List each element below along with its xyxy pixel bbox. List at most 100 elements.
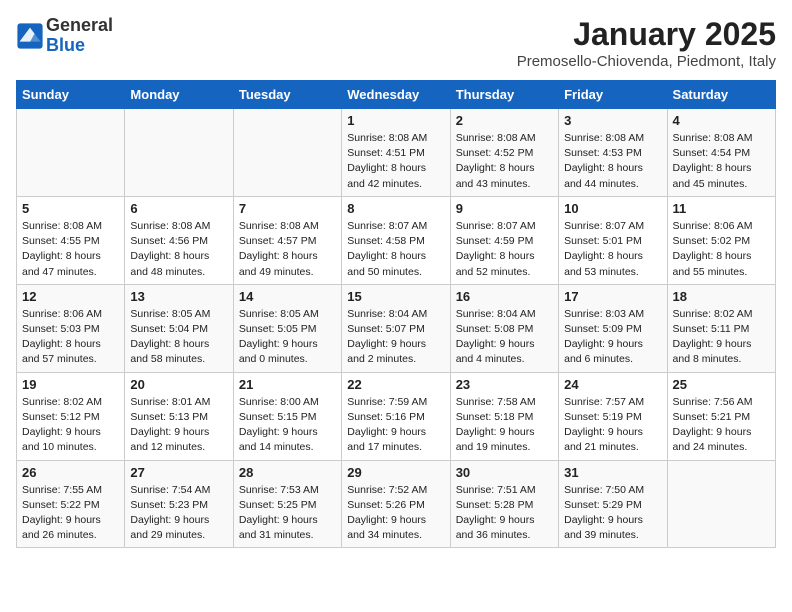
day-number: 21 [239,377,336,392]
day-number: 18 [673,289,770,304]
location: Premosello-Chiovenda, Piedmont, Italy [517,53,776,70]
day-info: Sunrise: 8:03 AMSunset: 5:09 PMDaylight:… [564,307,661,368]
day-number: 27 [130,465,227,480]
day-info: Sunrise: 7:51 AMSunset: 5:28 PMDaylight:… [456,483,553,544]
week-row-3: 12 Sunrise: 8:06 AMSunset: 5:03 PMDayligh… [17,284,776,372]
day-info: Sunrise: 8:04 AMSunset: 5:07 PMDaylight:… [347,307,444,368]
calendar-cell: 4 Sunrise: 8:08 AMSunset: 4:54 PMDaylight… [667,109,775,197]
title-block: January 2025 Premosello-Chiovenda, Piedm… [517,16,776,70]
day-info: Sunrise: 7:57 AMSunset: 5:19 PMDaylight:… [564,395,661,456]
calendar-cell: 17 Sunrise: 8:03 AMSunset: 5:09 PMDayligh… [559,284,667,372]
day-info: Sunrise: 7:56 AMSunset: 5:21 PMDaylight:… [673,395,770,456]
weekday-header-row: SundayMondayTuesdayWednesdayThursdayFrid… [17,81,776,109]
weekday-header-tuesday: Tuesday [233,81,341,109]
day-info: Sunrise: 8:07 AMSunset: 5:01 PMDaylight:… [564,219,661,280]
calendar-cell: 1 Sunrise: 8:08 AMSunset: 4:51 PMDaylight… [342,109,450,197]
day-number: 7 [239,201,336,216]
day-info: Sunrise: 8:08 AMSunset: 4:55 PMDaylight:… [22,219,119,280]
day-number: 5 [22,201,119,216]
calendar-cell: 22Sunrise: 7:59 AMSunset: 5:16 PMDayligh… [342,372,450,460]
calendar-cell: 31 Sunrise: 7:50 AMSunset: 5:29 PMDayligh… [559,460,667,548]
calendar-cell: 25 Sunrise: 7:56 AMSunset: 5:21 PMDayligh… [667,372,775,460]
calendar-cell: 20 Sunrise: 8:01 AMSunset: 5:13 PMDayligh… [125,372,233,460]
day-number: 25 [673,377,770,392]
day-info: Sunrise: 8:08 AMSunset: 4:53 PMDaylight:… [564,131,661,192]
day-number: 17 [564,289,661,304]
calendar-cell [233,109,341,197]
calendar-cell: 8 Sunrise: 8:07 AMSunset: 4:58 PMDaylight… [342,196,450,284]
day-number: 14 [239,289,336,304]
weekday-header-saturday: Saturday [667,81,775,109]
day-number: 11 [673,201,770,216]
calendar-cell: 5 Sunrise: 8:08 AMSunset: 4:55 PMDaylight… [17,196,125,284]
calendar-cell: 6 Sunrise: 8:08 AMSunset: 4:56 PMDaylight… [125,196,233,284]
day-number: 1 [347,113,444,128]
calendar-cell: 23 Sunrise: 7:58 AMSunset: 5:18 PMDayligh… [450,372,558,460]
calendar-cell: 12 Sunrise: 8:06 AMSunset: 5:03 PMDayligh… [17,284,125,372]
day-number: 23 [456,377,553,392]
day-info: Sunrise: 8:08 AMSunset: 4:52 PMDaylight:… [456,131,553,192]
week-row-4: 19Sunrise: 8:02 AMSunset: 5:12 PMDayligh… [17,372,776,460]
day-info: Sunrise: 8:08 AMSunset: 4:56 PMDaylight:… [130,219,227,280]
logo-text: General Blue [46,16,113,56]
day-info: Sunrise: 8:07 AMSunset: 4:58 PMDaylight:… [347,219,444,280]
day-info: Sunrise: 8:08 AMSunset: 4:51 PMDaylight:… [347,131,444,192]
calendar-cell: 15 Sunrise: 8:04 AMSunset: 5:07 PMDayligh… [342,284,450,372]
calendar-cell: 28Sunrise: 7:53 AMSunset: 5:25 PMDayligh… [233,460,341,548]
day-info: Sunrise: 7:52 AMSunset: 5:26 PMDaylight:… [347,483,444,544]
calendar-cell [667,460,775,548]
day-info: Sunrise: 7:58 AMSunset: 5:18 PMDaylight:… [456,395,553,456]
day-info: Sunrise: 7:50 AMSunset: 5:29 PMDaylight:… [564,483,661,544]
calendar-cell: 27Sunrise: 7:54 AMSunset: 5:23 PMDayligh… [125,460,233,548]
weekday-header-sunday: Sunday [17,81,125,109]
calendar-cell: 13Sunrise: 8:05 AMSunset: 5:04 PMDayligh… [125,284,233,372]
page-header: General Blue January 2025 Premosello-Chi… [16,16,776,70]
calendar-cell: 18 Sunrise: 8:02 AMSunset: 5:11 PMDayligh… [667,284,775,372]
calendar-table: SundayMondayTuesdayWednesdayThursdayFrid… [16,80,776,548]
day-number: 15 [347,289,444,304]
day-number: 20 [130,377,227,392]
day-number: 26 [22,465,119,480]
day-number: 30 [456,465,553,480]
calendar-cell: 24 Sunrise: 7:57 AMSunset: 5:19 PMDayligh… [559,372,667,460]
calendar-cell [17,109,125,197]
day-info: Sunrise: 8:00 AMSunset: 5:15 PMDaylight:… [239,395,336,456]
day-number: 4 [673,113,770,128]
weekday-header-friday: Friday [559,81,667,109]
day-number: 24 [564,377,661,392]
day-number: 8 [347,201,444,216]
calendar-cell: 19Sunrise: 8:02 AMSunset: 5:12 PMDayligh… [17,372,125,460]
logo-icon [16,22,44,50]
calendar-cell: 9Sunrise: 8:07 AMSunset: 4:59 PMDaylight… [450,196,558,284]
day-number: 22 [347,377,444,392]
day-info: Sunrise: 8:08 AMSunset: 4:57 PMDaylight:… [239,219,336,280]
month-year: January 2025 [517,16,776,53]
day-info: Sunrise: 8:01 AMSunset: 5:13 PMDaylight:… [130,395,227,456]
calendar-cell: 30 Sunrise: 7:51 AMSunset: 5:28 PMDayligh… [450,460,558,548]
calendar-cell: 7 Sunrise: 8:08 AMSunset: 4:57 PMDaylight… [233,196,341,284]
calendar-cell [125,109,233,197]
calendar-cell: 16Sunrise: 8:04 AMSunset: 5:08 PMDayligh… [450,284,558,372]
day-info: Sunrise: 8:04 AMSunset: 5:08 PMDaylight:… [456,307,553,368]
day-info: Sunrise: 8:02 AMSunset: 5:11 PMDaylight:… [673,307,770,368]
calendar-cell: 10Sunrise: 8:07 AMSunset: 5:01 PMDayligh… [559,196,667,284]
logo: General Blue [16,16,113,56]
day-number: 6 [130,201,227,216]
day-info: Sunrise: 8:05 AMSunset: 5:04 PMDaylight:… [130,307,227,368]
week-row-5: 26Sunrise: 7:55 AMSunset: 5:22 PMDayligh… [17,460,776,548]
calendar-cell: 2Sunrise: 8:08 AMSunset: 4:52 PMDaylight… [450,109,558,197]
week-row-2: 5 Sunrise: 8:08 AMSunset: 4:55 PMDaylight… [17,196,776,284]
calendar-cell: 21 Sunrise: 8:00 AMSunset: 5:15 PMDayligh… [233,372,341,460]
day-info: Sunrise: 8:07 AMSunset: 4:59 PMDaylight:… [456,219,553,280]
calendar-cell: 3 Sunrise: 8:08 AMSunset: 4:53 PMDaylight… [559,109,667,197]
calendar-cell: 11 Sunrise: 8:06 AMSunset: 5:02 PMDayligh… [667,196,775,284]
week-row-1: 1 Sunrise: 8:08 AMSunset: 4:51 PMDaylight… [17,109,776,197]
day-number: 12 [22,289,119,304]
day-number: 31 [564,465,661,480]
day-info: Sunrise: 8:06 AMSunset: 5:03 PMDaylight:… [22,307,119,368]
day-info: Sunrise: 8:08 AMSunset: 4:54 PMDaylight:… [673,131,770,192]
day-info: Sunrise: 8:06 AMSunset: 5:02 PMDaylight:… [673,219,770,280]
day-number: 3 [564,113,661,128]
day-number: 19 [22,377,119,392]
day-info: Sunrise: 8:05 AMSunset: 5:05 PMDaylight:… [239,307,336,368]
